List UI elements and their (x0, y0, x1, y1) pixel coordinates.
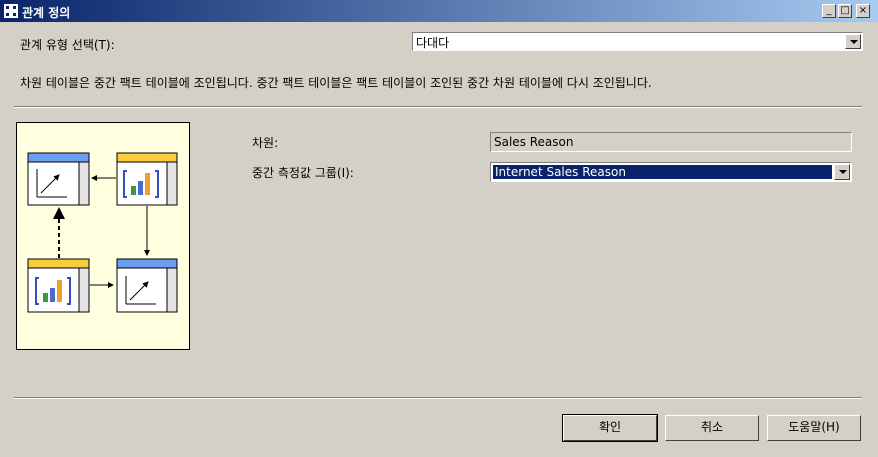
close-button[interactable]: × (856, 4, 870, 18)
measure-group-value: Internet Sales Reason (492, 164, 833, 180)
ok-button[interactable]: 확인 (562, 414, 658, 442)
diagram-graphic (27, 152, 178, 313)
cancel-button[interactable]: 취소 (665, 415, 759, 441)
relationship-type-dropdown[interactable]: 다대다 (412, 32, 863, 51)
relationship-diagram (16, 122, 190, 350)
window-icon (4, 4, 18, 18)
maximize-button[interactable]: □ (838, 4, 852, 18)
bottom-divider (14, 397, 862, 399)
dimension-table-icon (116, 258, 178, 313)
top-divider (14, 106, 862, 108)
title-bar[interactable]: 관계 정의 _ □ × (0, 0, 878, 22)
measure-group-label: 중간 측정값 그룹(I): (252, 166, 354, 180)
relationship-description: 차원 테이블은 중간 팩트 테이블에 조인됩니다. 중간 팩트 테이블은 팩트 … (20, 76, 652, 90)
relationship-type-label: 관계 유형 선택(T): (20, 38, 115, 52)
dimension-field: Sales Reason (490, 132, 852, 152)
fact-table-icon (116, 152, 178, 206)
dimension-label: 차원: (252, 136, 279, 150)
dimension-value: Sales Reason (494, 135, 574, 149)
measure-group-dropdown[interactable]: Internet Sales Reason (490, 162, 852, 182)
window-title: 관계 정의 (22, 6, 71, 20)
relationship-type-value: 다대다 (416, 36, 450, 50)
chevron-down-icon[interactable] (845, 34, 861, 49)
minimize-button[interactable]: _ (822, 4, 836, 18)
dimension-table-icon (27, 152, 90, 206)
fact-table-icon (27, 258, 90, 313)
chevron-down-icon[interactable] (834, 164, 850, 180)
help-button[interactable]: 도움말(H) (767, 415, 861, 441)
